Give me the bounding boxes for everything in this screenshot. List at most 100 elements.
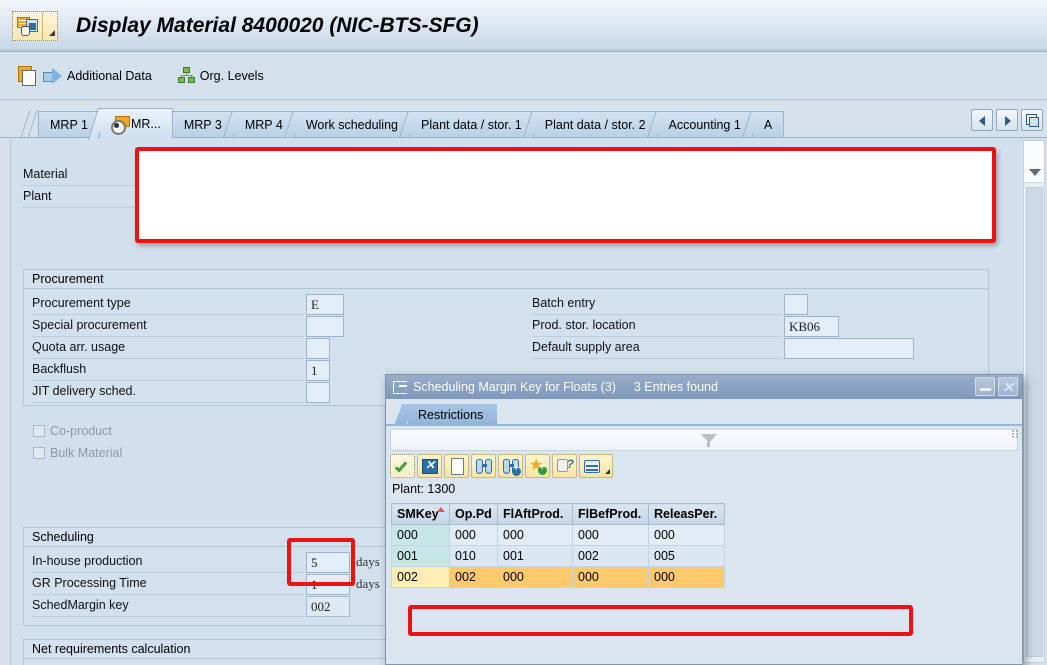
- new-page-button[interactable]: [444, 454, 469, 478]
- cell-oppd[interactable]: 000: [449, 524, 498, 546]
- dialog-title: Scheduling Margin Key for Floats (3): [413, 380, 616, 394]
- co-product-checkbox-row[interactable]: Co-product: [33, 421, 112, 440]
- find-button[interactable]: [471, 454, 496, 478]
- quota-arr-usage-input[interactable]: [306, 337, 330, 359]
- print-button[interactable]: [579, 454, 613, 478]
- tab-strip: MRP 1 MR... MRP 3 MRP 4 Work scheduling …: [0, 100, 1047, 138]
- tab-scroll-right-button[interactable]: [996, 109, 1018, 131]
- cell-releasper[interactable]: 000: [648, 524, 725, 546]
- procurement-type-input[interactable]: E: [306, 293, 344, 315]
- gr-processing-time-input[interactable]: 1: [306, 573, 350, 595]
- cell-filler: [725, 567, 1018, 588]
- tab-strip-edge: [22, 110, 38, 138]
- jit-delivery-sched-input[interactable]: [306, 381, 330, 403]
- cell-oppd[interactable]: 002: [449, 566, 498, 588]
- procurement-group-title: Procurement: [24, 270, 988, 289]
- quota-arr-usage-label: Quota arr. usage: [32, 338, 304, 359]
- cell-flaftprod[interactable]: 000: [497, 566, 573, 588]
- gr-processing-time-label: GR Processing Time: [32, 574, 304, 595]
- copy-button[interactable]: Additional Data: [12, 61, 158, 91]
- scrollbar-thumb[interactable]: [1026, 187, 1043, 657]
- cell-flaftprod[interactable]: 000: [497, 524, 573, 546]
- column-header-smkey[interactable]: SMKey: [391, 503, 450, 525]
- dialog-plant-line: Plant: 1300: [392, 482, 456, 496]
- scrollbar-up-area[interactable]: [1024, 141, 1044, 183]
- dialog-title-bar[interactable]: Scheduling Margin Key for Floats (3) 3 E…: [386, 375, 1022, 399]
- content-vertical-scrollbar[interactable]: [1023, 140, 1045, 663]
- backflush-label: Backflush: [32, 360, 304, 381]
- window-title-bar: Display Material 8400020 (NIC-BTS-SFG): [0, 0, 1047, 52]
- highlight-callout-box: [135, 147, 996, 243]
- dialog-minimize-button[interactable]: [975, 377, 995, 396]
- copy-icon: [18, 66, 36, 86]
- popup-help-icon: [393, 380, 407, 394]
- cell-smkey[interactable]: 000: [391, 524, 450, 546]
- tab-accounting-2-partial[interactable]: A: [751, 111, 785, 138]
- table-row[interactable]: 000 000 000 000 000: [391, 524, 1018, 546]
- table-row[interactable]: 001 010 001 002 005: [391, 545, 1018, 567]
- tab-scroll-left-button[interactable]: [971, 109, 993, 131]
- co-product-checkbox[interactable]: [33, 424, 45, 437]
- favorite-add-button[interactable]: ★: [525, 454, 550, 478]
- tab-work-scheduling[interactable]: Work scheduling: [293, 111, 410, 138]
- additional-data-label: Additional Data: [67, 68, 152, 83]
- scheduling-margin-key-table: SMKey Op.Pd FlAftProd. FlBefProd. Releas…: [391, 503, 1018, 588]
- sched-margin-key-row: SchedMargin key 002: [32, 595, 350, 617]
- bulk-material-checkbox-row[interactable]: Bulk Material: [33, 443, 122, 462]
- table-row-selected[interactable]: 002 002 000 000 000: [391, 566, 1018, 588]
- tab-plant-data-stor-2[interactable]: Plant data / stor. 2: [532, 111, 658, 138]
- check-green-button[interactable]: [390, 454, 415, 478]
- cell-flbefprod[interactable]: 002: [572, 545, 649, 567]
- default-supply-area-input[interactable]: [784, 337, 914, 359]
- default-supply-area-label: Default supply area: [532, 338, 782, 359]
- column-header-flbefprod[interactable]: FlBefProd.: [572, 503, 649, 525]
- dialog-filter-bar[interactable]: [390, 429, 1018, 451]
- prod-stor-location-input[interactable]: KB06: [784, 315, 839, 337]
- sched-margin-key-label: SchedMargin key: [32, 596, 304, 617]
- special-procurement-label: Special procurement: [32, 316, 304, 337]
- tab-list-button[interactable]: [1021, 109, 1043, 131]
- dialog-body: Restrictions ★: [386, 399, 1022, 664]
- special-procurement-row: Special procurement: [32, 315, 344, 337]
- cell-smkey[interactable]: 002: [391, 566, 450, 588]
- org-levels-button[interactable]: Org. Levels: [172, 61, 270, 91]
- batch-entry-input[interactable]: [784, 293, 808, 315]
- special-procurement-input[interactable]: [306, 315, 344, 337]
- cell-releasper[interactable]: 000: [648, 566, 725, 588]
- column-header-oppd[interactable]: Op.Pd: [449, 503, 498, 525]
- bulk-material-checkbox[interactable]: [33, 446, 45, 459]
- sched-margin-key-input[interactable]: 002: [306, 595, 350, 617]
- sap-gui-window: Display Material 8400020 (NIC-BTS-SFG) A…: [0, 0, 1047, 665]
- inhouse-production-input[interactable]: 5: [306, 551, 350, 573]
- dialog-resize-grip[interactable]: [1012, 429, 1019, 441]
- page-title: Display Material 8400020 (NIC-BTS-SFG): [76, 13, 479, 37]
- tab-accounting-1[interactable]: Accounting 1: [656, 111, 753, 138]
- co-product-label: Co-product: [50, 423, 112, 438]
- dialog-toolbar: ★ ?: [390, 454, 1018, 480]
- material-display-icon[interactable]: [12, 10, 58, 41]
- cell-flbefprod[interactable]: 000: [572, 524, 649, 546]
- chevron-down-icon[interactable]: [1029, 169, 1041, 176]
- column-header-flaftprod[interactable]: FlAftProd.: [497, 503, 573, 525]
- tab-plant-data-stor-1[interactable]: Plant data / stor. 1: [409, 111, 534, 138]
- quota-arr-usage-row: Quota arr. usage: [32, 337, 330, 359]
- column-header-releasper[interactable]: ReleasPer.: [648, 503, 725, 525]
- dialog-window-buttons: ✕: [975, 377, 1018, 396]
- cell-releasper[interactable]: 005: [648, 545, 725, 567]
- tab-restrictions[interactable]: Restrictions: [408, 404, 498, 426]
- title-icon-dropdown[interactable]: [43, 11, 57, 40]
- inhouse-production-label: In-house production: [32, 552, 304, 573]
- mrp2-active-icon: [110, 116, 130, 135]
- help-hand-button[interactable]: ?: [552, 454, 577, 478]
- dialog-close-button[interactable]: ✕: [998, 377, 1018, 396]
- cell-flaftprod[interactable]: 001: [497, 545, 573, 567]
- procurement-type-label: Procurement type: [32, 294, 304, 315]
- find-next-button[interactable]: [498, 454, 523, 478]
- tab-mrp-2[interactable]: MR...: [98, 108, 173, 138]
- cell-flbefprod[interactable]: 000: [572, 566, 649, 588]
- backflush-input[interactable]: 1: [306, 359, 330, 381]
- column-header-filler: [725, 504, 1018, 525]
- cell-smkey[interactable]: 001: [391, 545, 450, 567]
- cell-oppd[interactable]: 010: [449, 545, 498, 567]
- cancel-x-button[interactable]: [417, 454, 442, 478]
